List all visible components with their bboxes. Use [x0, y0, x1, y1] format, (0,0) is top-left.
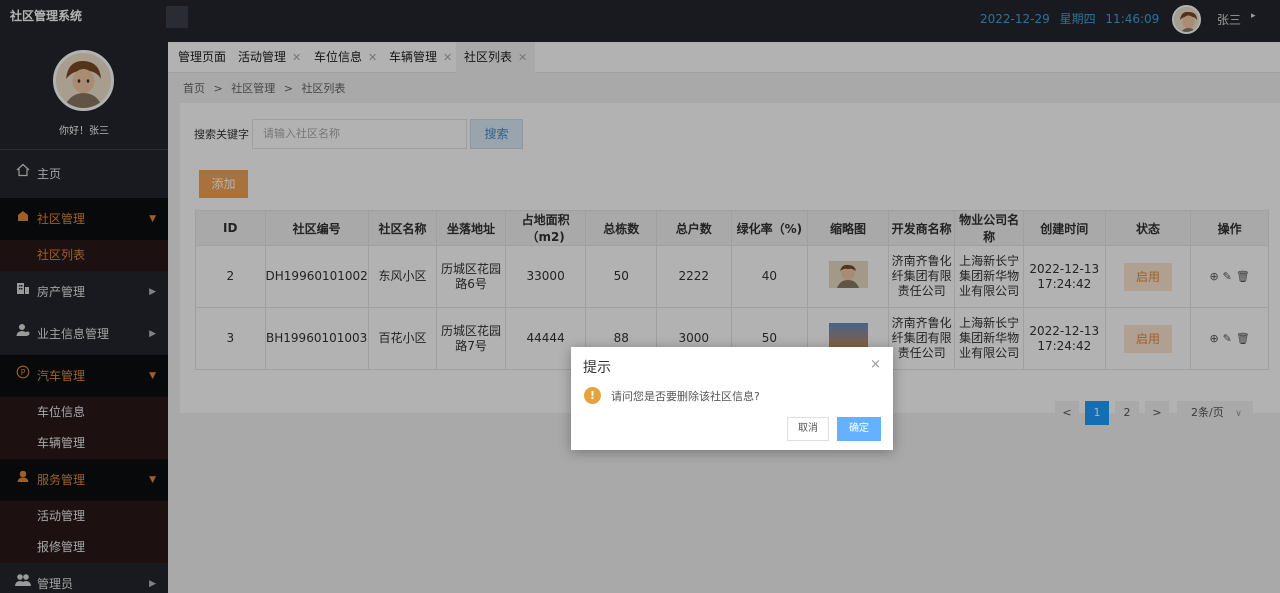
close-icon[interactable]: ×: [870, 357, 881, 372]
dialog-message: 请问您是否要删除该社区信息?: [611, 390, 760, 403]
warning-icon: !: [584, 387, 601, 404]
cancel-button[interactable]: 取消: [787, 417, 829, 441]
confirm-dialog: 提示 × ! 请问您是否要删除该社区信息? 取消 确定: [571, 347, 893, 450]
modal-overlay[interactable]: [0, 0, 1280, 593]
confirm-button[interactable]: 确定: [837, 417, 881, 441]
dialog-title: 提示: [583, 360, 611, 376]
